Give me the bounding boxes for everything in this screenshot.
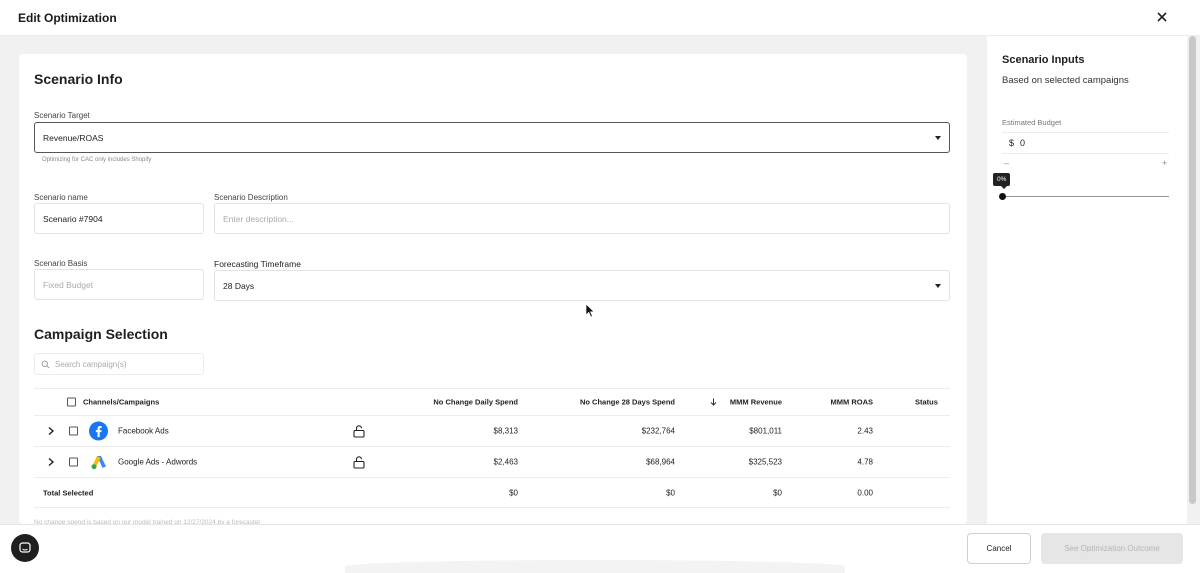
revenue-value: $801,011 [749, 426, 782, 436]
dropdown-caret-icon [935, 283, 941, 288]
close-icon[interactable] [1154, 9, 1170, 25]
forecasting-timeframe-select[interactable]: 28 Days [214, 270, 950, 301]
budget-increment-button[interactable]: + [1162, 158, 1167, 168]
col-daily-spend[interactable]: No Change Daily Spend [394, 398, 518, 407]
scenario-inputs-title: Scenario Inputs [1002, 54, 1085, 66]
col-status: Status [915, 397, 938, 407]
table-row[interactable]: Google Ads - Adwords $2,463 $68,964 $325… [34, 447, 950, 478]
chat-icon [19, 542, 31, 553]
scenario-description-placeholder: Enter description... [223, 213, 294, 224]
daily-spend-value: $8,313 [493, 426, 518, 436]
row-checkbox[interactable] [69, 457, 78, 467]
period-spend-value: $68,964 [646, 457, 675, 467]
campaign-name: Google Ads - Adwords [118, 457, 198, 467]
col-channels: Channels/Campaigns [83, 397, 160, 407]
table-row[interactable]: Facebook Ads $8,313 $232,764 $801,011 2.… [34, 416, 950, 447]
revenue-value: $325,523 [748, 457, 782, 467]
expand-chevron-icon[interactable] [47, 426, 55, 436]
budget-slider-track[interactable] [1002, 196, 1169, 197]
total-label: Total Selected [43, 488, 94, 497]
mouse-cursor-icon [585, 303, 595, 318]
campaign-selection-title: Campaign Selection [34, 326, 168, 342]
dropdown-caret-icon [935, 135, 941, 140]
scenario-inputs-subtitle: Based on selected campaigns [1002, 75, 1129, 86]
scenario-description-label: Scenario Description [214, 193, 288, 202]
modal-header: Edit Optimization [0, 0, 1200, 36]
col-period-spend[interactable]: No Change 28 Days Spend [534, 398, 675, 407]
search-icon [41, 360, 50, 368]
campaign-search-placeholder: Search campaign(s) [55, 359, 127, 369]
total-roas: 0.00 [857, 488, 873, 497]
roas-value: 4.78 [857, 457, 873, 467]
currency-symbol: $ [1009, 138, 1015, 148]
unlock-icon[interactable] [353, 425, 365, 438]
cancel-button[interactable]: Cancel [967, 533, 1031, 564]
daily-spend-value: $2,463 [493, 457, 518, 467]
campaign-search-input[interactable]: Search campaign(s) [34, 353, 204, 375]
total-revenue: $0 [773, 488, 782, 497]
scenario-info-title: Scenario Info [34, 71, 123, 87]
scenario-target-select[interactable]: Revenue/ROAS [34, 122, 950, 153]
row-checkbox[interactable] [69, 426, 78, 436]
facebook-icon [89, 421, 108, 441]
scrollbar-thumb[interactable] [1189, 36, 1196, 504]
select-all-checkbox[interactable] [67, 397, 76, 407]
unlock-icon[interactable] [353, 456, 365, 469]
scenario-target-value: Revenue/ROAS [43, 132, 104, 143]
total-period-spend: $0 [666, 488, 675, 497]
scenario-basis-input[interactable]: Fixed Budget [34, 269, 204, 300]
period-spend-value: $232,764 [641, 426, 675, 436]
total-daily-spend: $0 [509, 488, 518, 497]
total-row: Total Selected $0 $0 $0 0.00 [34, 478, 950, 508]
scenario-name-input[interactable]: Scenario #7904 [34, 203, 204, 234]
scenario-name-label: Scenario name [34, 193, 88, 202]
modal-title: Edit Optimization [18, 11, 117, 25]
estimated-budget-value: 0 [1020, 138, 1026, 148]
scenario-description-input[interactable]: Enter description... [214, 203, 950, 234]
scrollbar[interactable] [1188, 36, 1197, 524]
footer-shadow [345, 560, 845, 573]
roas-value: 2.43 [857, 426, 873, 436]
col-roas[interactable]: MMM ROAS [804, 398, 874, 407]
scenario-name-value: Scenario #7904 [43, 213, 103, 224]
col-revenue[interactable]: MMM Revenue [694, 398, 782, 407]
budget-slider-thumb[interactable] [999, 193, 1006, 200]
scenario-basis-label: Scenario Basis [34, 259, 88, 268]
forecasting-timeframe-value: 28 Days [223, 280, 255, 291]
campaign-name: Facebook Ads [118, 426, 169, 436]
scenario-target-helper: Optimizing for CAC only includes Shopify [42, 157, 152, 163]
scenario-inputs-panel: Scenario Inputs Based on selected campai… [987, 36, 1187, 524]
estimated-budget-label: Estimated Budget [1002, 118, 1062, 127]
estimated-budget-input[interactable]: $ 0 [1002, 132, 1169, 154]
expand-chevron-icon[interactable] [47, 457, 55, 467]
table-header-row: Channels/Campaigns No Change Daily Spend… [34, 388, 950, 416]
scenario-basis-placeholder: Fixed Budget [43, 279, 94, 290]
budget-decrement-button[interactable]: – [1004, 158, 1009, 168]
forecasting-timeframe-label: Forecasting Timeframe [214, 259, 301, 269]
see-optimization-outcome-button[interactable]: See Optimization Outcome [1041, 533, 1183, 564]
scenario-target-label: Scenario Target [34, 111, 90, 120]
google-ads-icon [91, 456, 106, 470]
chat-launcher-button[interactable] [11, 534, 39, 562]
slider-tooltip: 0% [993, 173, 1011, 189]
